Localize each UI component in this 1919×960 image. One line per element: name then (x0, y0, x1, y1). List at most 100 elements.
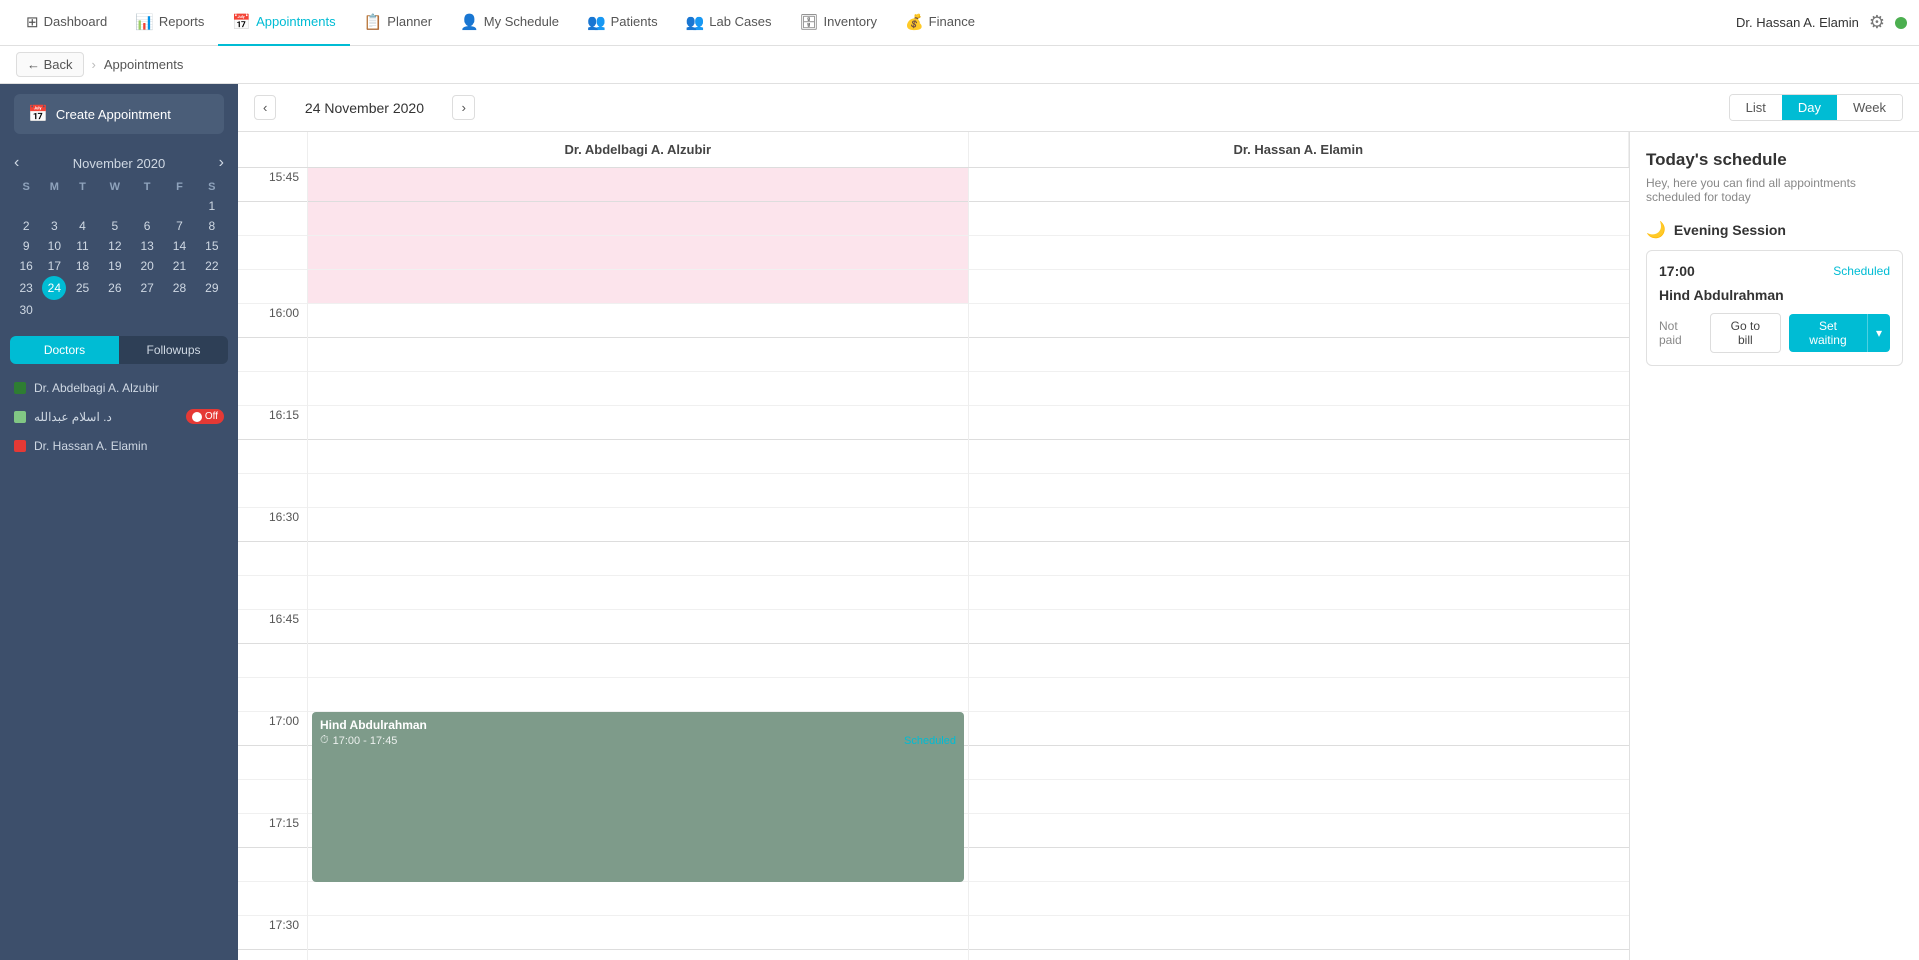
nav-finance[interactable]: 💰 Finance (891, 0, 989, 46)
cal-day-29[interactable]: 29 (196, 276, 228, 300)
nav-my-schedule[interactable]: 👤 My Schedule (446, 0, 573, 46)
cal-day-23[interactable]: 23 (10, 276, 42, 300)
cal-day-13[interactable]: 13 (131, 236, 163, 256)
col2-slot-11[interactable] (969, 542, 1629, 576)
nav-planner[interactable]: 📋 Planner (350, 0, 447, 46)
nav-reports[interactable]: 📊 Reports (121, 0, 218, 46)
col1-slot-23[interactable] (308, 950, 968, 960)
col1-slot-7[interactable] (308, 406, 968, 440)
cal-day-28[interactable]: 28 (163, 276, 195, 300)
col2-slot-18[interactable] (969, 780, 1629, 814)
set-waiting-button[interactable]: Set waiting (1789, 314, 1867, 352)
col2-slot-6[interactable] (969, 372, 1629, 406)
col2-slot-4[interactable] (969, 304, 1629, 338)
set-waiting-dropdown[interactable]: ▾ (1867, 314, 1890, 352)
doctor-item-1[interactable]: د. اسلام عبداللهOff (10, 402, 228, 432)
col1-slot-1[interactable] (308, 202, 968, 236)
date-next-button[interactable]: › (452, 95, 474, 120)
col1-slot-8[interactable] (308, 440, 968, 474)
cal-day-19[interactable]: 19 (99, 256, 131, 276)
cal-day-17[interactable]: 17 (42, 256, 66, 276)
col2-slot-13[interactable] (969, 610, 1629, 644)
col2-slot-22[interactable] (969, 916, 1629, 950)
cal-day-11[interactable]: 11 (66, 236, 98, 256)
cal-day-9[interactable]: 9 (10, 236, 42, 256)
doctor-column-1[interactable]: Hind Abdulrahman ⏱ 17:00 - 17:45 Schedul… (308, 168, 969, 960)
cal-day-20[interactable]: 20 (131, 256, 163, 276)
col1-slot-0[interactable] (308, 168, 968, 202)
appointment-block[interactable]: Hind Abdulrahman ⏱ 17:00 - 17:45 Schedul… (312, 712, 964, 882)
col1-slot-5[interactable] (308, 338, 968, 372)
col2-slot-21[interactable] (969, 882, 1629, 916)
nav-lab-cases[interactable]: 👥 Lab Cases (672, 0, 786, 46)
col2-slot-0[interactable] (969, 168, 1629, 202)
col2-slot-10[interactable] (969, 508, 1629, 542)
col2-slot-3[interactable] (969, 270, 1629, 304)
cal-day-5[interactable]: 5 (99, 216, 131, 236)
col2-slot-17[interactable] (969, 746, 1629, 780)
nav-patients[interactable]: 👥 Patients (573, 0, 672, 46)
nav-dashboard[interactable]: ⊞ Dashboard (12, 0, 121, 46)
view-list-button[interactable]: List (1730, 95, 1782, 120)
cal-day-30[interactable]: 30 (10, 300, 42, 320)
doctor-item-2[interactable]: Dr. Hassan A. Elamin (10, 432, 228, 460)
cal-day-24[interactable]: 24 (42, 276, 66, 300)
back-button[interactable]: ← Back (16, 52, 84, 77)
go-to-bill-button[interactable]: Go to bill (1710, 313, 1781, 353)
col2-slot-5[interactable] (969, 338, 1629, 372)
cal-day-4[interactable]: 4 (66, 216, 98, 236)
cal-day-21[interactable]: 21 (163, 256, 195, 276)
cal-day-16[interactable]: 16 (10, 256, 42, 276)
col2-slot-7[interactable] (969, 406, 1629, 440)
col2-slot-15[interactable] (969, 678, 1629, 712)
col2-slot-19[interactable] (969, 814, 1629, 848)
cal-day-15[interactable]: 15 (196, 236, 228, 256)
col1-slot-3[interactable] (308, 270, 968, 304)
cal-day-6[interactable]: 6 (131, 216, 163, 236)
date-prev-button[interactable]: ‹ (254, 95, 276, 120)
cal-day-2[interactable]: 2 (10, 216, 42, 236)
view-week-button[interactable]: Week (1837, 95, 1902, 120)
col1-slot-15[interactable] (308, 678, 968, 712)
col2-slot-14[interactable] (969, 644, 1629, 678)
col1-slot-12[interactable] (308, 576, 968, 610)
cal-day-7[interactable]: 7 (163, 216, 195, 236)
cal-day-8[interactable]: 8 (196, 216, 228, 236)
col1-slot-21[interactable] (308, 882, 968, 916)
col1-slot-14[interactable] (308, 644, 968, 678)
cal-day-27[interactable]: 27 (131, 276, 163, 300)
cal-day-14[interactable]: 14 (163, 236, 195, 256)
col2-slot-2[interactable] (969, 236, 1629, 270)
col1-slot-4[interactable] (308, 304, 968, 338)
tab-followups[interactable]: Followups (119, 336, 228, 364)
col1-slot-9[interactable] (308, 474, 968, 508)
col1-slot-10[interactable] (308, 508, 968, 542)
cal-day-18[interactable]: 18 (66, 256, 98, 276)
view-day-button[interactable]: Day (1782, 95, 1837, 120)
cal-day-3[interactable]: 3 (42, 216, 66, 236)
cal-day-25[interactable]: 25 (66, 276, 98, 300)
col2-slot-12[interactable] (969, 576, 1629, 610)
cal-day-26[interactable]: 26 (99, 276, 131, 300)
create-appointment-button[interactable]: 📅 Create Appointment (14, 94, 224, 134)
col2-slot-20[interactable] (969, 848, 1629, 882)
doctor-item-0[interactable]: Dr. Abdelbagi A. Alzubir (10, 374, 228, 402)
col1-slot-2[interactable] (308, 236, 968, 270)
doctor-column-2[interactable] (969, 168, 1629, 960)
tab-doctors[interactable]: Doctors (10, 336, 119, 364)
mini-cal-prev[interactable]: ‹ (14, 154, 19, 172)
cal-day-12[interactable]: 12 (99, 236, 131, 256)
doctor-toggle[interactable]: Off (186, 409, 224, 424)
settings-button[interactable]: ⚙ (1869, 12, 1885, 33)
col2-slot-9[interactable] (969, 474, 1629, 508)
col2-slot-1[interactable] (969, 202, 1629, 236)
col2-slot-16[interactable] (969, 712, 1629, 746)
mini-cal-next[interactable]: › (219, 154, 224, 172)
cal-day-22[interactable]: 22 (196, 256, 228, 276)
col1-slot-13[interactable] (308, 610, 968, 644)
nav-inventory[interactable]: 🗄 Inventory (785, 0, 891, 46)
col2-slot-8[interactable] (969, 440, 1629, 474)
cal-day-10[interactable]: 10 (42, 236, 66, 256)
col1-slot-6[interactable] (308, 372, 968, 406)
col1-slot-11[interactable] (308, 542, 968, 576)
